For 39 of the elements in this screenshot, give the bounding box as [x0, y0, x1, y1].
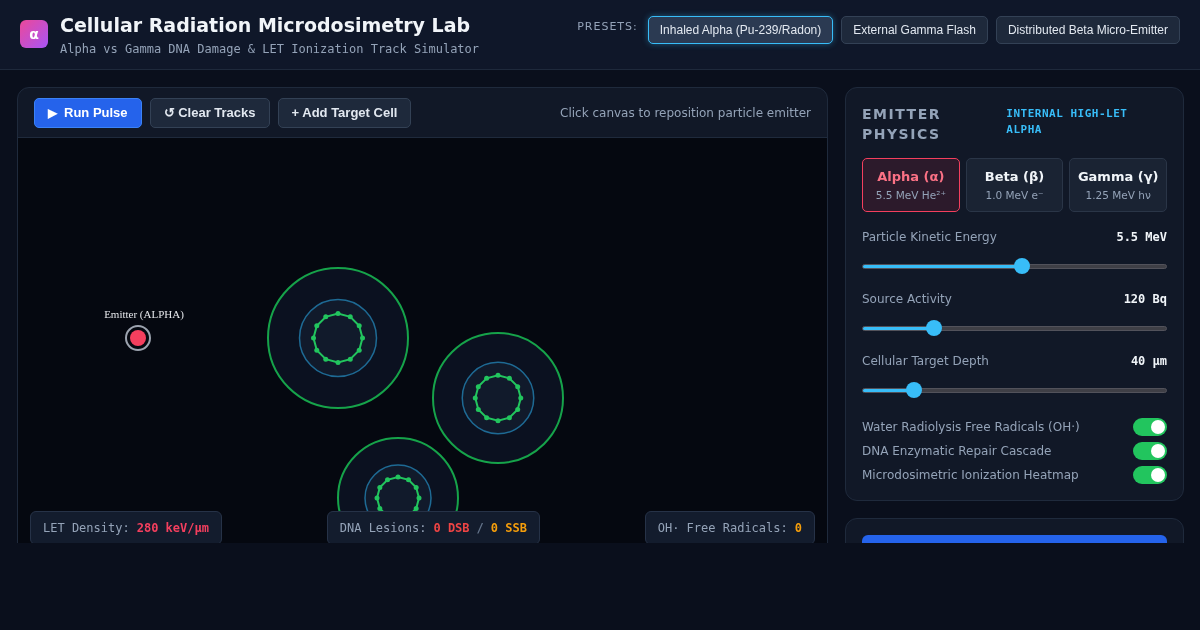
slider-label: Cellular Target Depth: [862, 354, 989, 368]
toggle-switch[interactable]: [1133, 442, 1167, 460]
stat-readout: LET Density: 280 keV/μm: [30, 511, 222, 543]
toggle-switch[interactable]: [1133, 418, 1167, 436]
slider-value: 120 Bq: [1123, 292, 1167, 306]
stat-readout: OH· Free Radicals: 0: [644, 511, 815, 543]
run-button[interactable]: ▶ Run Pulse: [34, 97, 142, 128]
particle-option[interactable]: Gamma (γ) 1.25 MeV hν: [1069, 158, 1167, 212]
slider-label: Source Activity: [862, 292, 952, 306]
app-subtitle: Alpha vs Gamma DNA Damage & LET Ionization Track Simulator: [60, 41, 480, 56]
app-logo: α: [20, 19, 48, 48]
slider-thumb[interactable]: [906, 382, 923, 398]
slider-thumb[interactable]: [1014, 258, 1031, 274]
toggle-label: DNA Enzymatic Repair Cascade: [862, 444, 1052, 458]
slider-thumb[interactable]: [925, 320, 942, 336]
mode-label: INTERNAL HIGH-LET ALPHA: [1006, 106, 1129, 138]
emitter-label: Emitter (ALPHA): [104, 308, 184, 320]
toggle-label: Water Radiolysis Free Radicals (OH·): [862, 420, 1080, 434]
presets-label: PRESETS:: [577, 20, 638, 33]
panel-title: EMITTER PHYSICS: [862, 105, 942, 144]
particle-option[interactable]: Alpha (α) 5.5 MeV He²⁺: [862, 158, 960, 212]
stat-readout: DNA Lesions: 0 DSB / 0 SSB: [326, 511, 540, 543]
slider-value: 5.5 MeV: [1116, 230, 1167, 244]
slider[interactable]: [862, 382, 1167, 398]
slider-value: 40 μm: [1130, 354, 1167, 368]
preset-button[interactable]: Distributed Beta Micro-Emitter: [995, 15, 1180, 44]
toolbar-button[interactable]: ↺ Clear Tracks: [149, 97, 270, 128]
emitter-icon[interactable]: [125, 325, 151, 351]
app-title: Cellular Radiation Microdosimetry Lab: [60, 13, 472, 36]
slider-label: Particle Kinetic Energy: [862, 230, 997, 244]
slider[interactable]: [862, 258, 1167, 274]
particle-option[interactable]: Beta (β) 1.0 MeV e⁻: [965, 158, 1064, 212]
toggle-label: Microdosimetric Ionization Heatmap: [862, 468, 1079, 482]
slider[interactable]: [862, 320, 1167, 336]
toolbar-button[interactable]: + Add Target Cell: [277, 97, 412, 128]
canvas-hint: Click canvas to reposition particle emitter: [560, 105, 811, 120]
preset-button[interactable]: Inhaled Alpha (Pu-239/Radon): [647, 15, 834, 44]
toggle-switch[interactable]: [1133, 466, 1167, 484]
preset-button[interactable]: External Gamma Flash: [841, 15, 988, 44]
